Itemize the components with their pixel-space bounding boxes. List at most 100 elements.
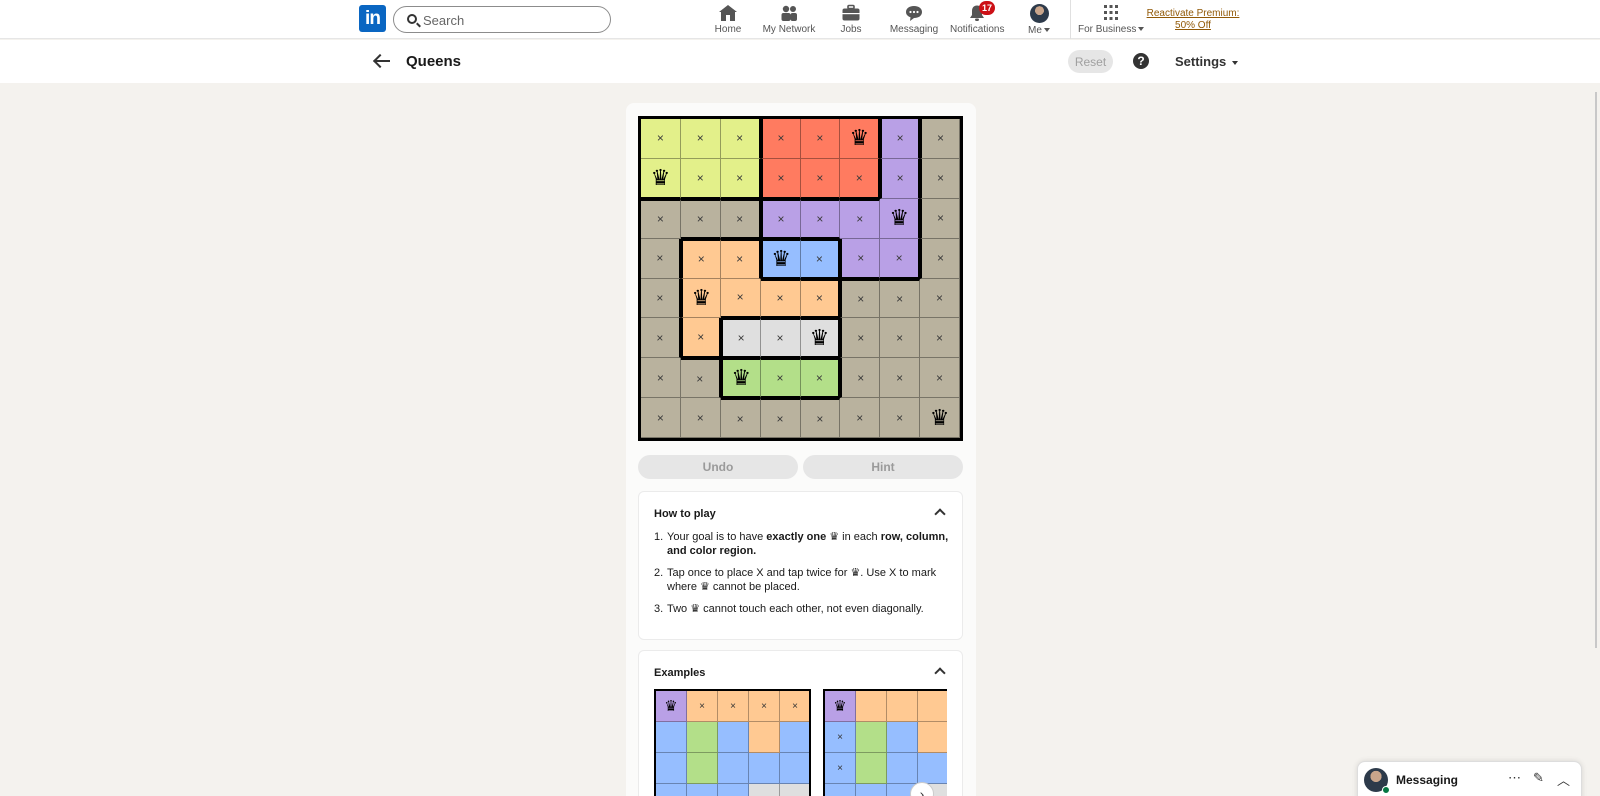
board-cell[interactable]: ×: [760, 278, 801, 319]
more-options-icon[interactable]: ⋯: [1508, 770, 1521, 786]
board-cell[interactable]: ×: [641, 398, 681, 438]
search-input[interactable]: [423, 11, 603, 29]
board-cell[interactable]: ×: [680, 358, 721, 399]
board-cell[interactable]: ×: [840, 198, 881, 239]
compose-icon[interactable]: ✎: [1533, 770, 1544, 786]
board-cell[interactable]: ×: [760, 158, 801, 199]
undo-button[interactable]: Undo: [638, 455, 798, 479]
board-cell[interactable]: ×: [880, 158, 921, 199]
board-cell[interactable]: ♛: [880, 198, 921, 239]
board-cell[interactable]: ×: [880, 119, 921, 159]
board-cell[interactable]: ×: [641, 278, 681, 319]
hint-button[interactable]: Hint: [803, 455, 963, 479]
board-cell[interactable]: ×: [680, 158, 721, 199]
board-cell[interactable]: ×: [840, 358, 881, 399]
nav-me[interactable]: Me: [1024, 4, 1054, 36]
nav-my-network-label: My Network: [762, 24, 816, 35]
board-cell[interactable]: ×: [641, 198, 681, 239]
board-cell[interactable]: ♛: [760, 238, 801, 279]
board-cell[interactable]: ×: [880, 358, 921, 399]
board-cell[interactable]: ×: [641, 318, 681, 359]
board-cell[interactable]: ×: [920, 318, 960, 359]
reset-button[interactable]: Reset: [1068, 50, 1113, 73]
board-cell[interactable]: ×: [920, 119, 960, 159]
scrollbar[interactable]: [1595, 92, 1597, 648]
board-cell[interactable]: ×: [800, 198, 841, 239]
board-cell[interactable]: ×: [800, 398, 841, 438]
board-cell[interactable]: ×: [840, 238, 881, 279]
board-cell[interactable]: ×: [720, 198, 761, 239]
board-cell[interactable]: ×: [720, 238, 761, 279]
board-cell[interactable]: ×: [840, 158, 881, 199]
board-cell[interactable]: ×: [720, 119, 761, 159]
board-cell[interactable]: ×: [680, 198, 721, 239]
board-cell[interactable]: ×: [880, 318, 921, 359]
board-cell[interactable]: ×: [641, 358, 681, 399]
nav-home[interactable]: Home: [709, 4, 747, 36]
nav-my-network[interactable]: My Network: [761, 4, 817, 36]
board-cell[interactable]: ♛: [680, 278, 721, 319]
board-cell[interactable]: ×: [720, 158, 761, 199]
board-cell[interactable]: ×: [760, 119, 801, 159]
messaging-dock[interactable]: Messaging ⋯ ✎ ︿: [1357, 761, 1582, 796]
queens-board: × × × × × ♛ × × ♛ × × × × × × × × × × × × × ♛ × × × × ♛ × × × × × ♛ × × × × × ×…: [638, 116, 963, 441]
chevron-up-icon[interactable]: [934, 667, 946, 679]
board-cell[interactable]: ×: [760, 398, 801, 438]
board-cell[interactable]: ×: [920, 278, 960, 319]
example-board-2: ♛ × ×: [823, 689, 947, 796]
search-box[interactable]: [393, 6, 611, 33]
board-cell[interactable]: ♛: [920, 398, 960, 438]
board-cell[interactable]: ×: [840, 278, 881, 319]
linkedin-logo[interactable]: in: [359, 5, 386, 32]
board-cell[interactable]: ×: [760, 318, 801, 359]
chevron-up-icon[interactable]: [934, 508, 946, 520]
reactivate-premium-link[interactable]: Reactivate Premium: 50% Off: [1146, 8, 1240, 32]
network-icon: [781, 5, 797, 21]
board-cell[interactable]: ×: [641, 238, 681, 279]
board-cell[interactable]: ×: [680, 318, 721, 359]
board-cell[interactable]: ×: [920, 358, 960, 399]
board-cell[interactable]: ×: [720, 318, 761, 359]
board-cell[interactable]: ×: [920, 158, 960, 199]
x-mark: ×: [895, 250, 903, 265]
nav-for-business[interactable]: For Business: [1078, 4, 1145, 36]
board-cell[interactable]: ×: [920, 238, 960, 279]
board-cell[interactable]: ×: [800, 158, 841, 199]
board-cell[interactable]: ×: [680, 238, 721, 279]
board-cell[interactable]: ×: [680, 119, 721, 159]
board-cell[interactable]: ×: [720, 278, 761, 319]
board-cell[interactable]: ×: [760, 198, 801, 239]
board-cell[interactable]: ×: [880, 398, 921, 438]
x-mark: ×: [736, 211, 744, 226]
example-cell: [780, 753, 809, 784]
board-cell[interactable]: ×: [880, 238, 921, 279]
board-cell[interactable]: ♛: [641, 158, 681, 199]
help-icon[interactable]: ?: [1133, 53, 1149, 69]
board-cell[interactable]: ×: [880, 278, 921, 319]
board-cell[interactable]: ×: [840, 398, 881, 438]
example-cell: [856, 753, 887, 784]
board-cell[interactable]: ×: [680, 398, 721, 438]
board-cell[interactable]: ×: [641, 119, 681, 159]
board-cell[interactable]: ×: [800, 358, 841, 399]
board-cell[interactable]: ×: [800, 238, 841, 279]
nav-messaging[interactable]: Messaging: [889, 4, 939, 36]
back-arrow-icon[interactable]: [372, 51, 392, 71]
chevron-up-icon[interactable]: ︿: [1557, 770, 1570, 789]
settings-dropdown[interactable]: Settings: [1175, 54, 1238, 69]
x-mark: ×: [936, 370, 944, 385]
example-board-1: ♛ × × × ×: [654, 689, 811, 796]
board-cell[interactable]: ×: [800, 119, 841, 159]
nav-jobs[interactable]: Jobs: [836, 4, 866, 36]
nav-notifications[interactable]: 17 Notifications: [950, 1, 1004, 36]
board-cell[interactable]: ×: [920, 198, 960, 239]
board-cell[interactable]: ♛: [800, 318, 841, 359]
board-cell[interactable]: ×: [760, 358, 801, 399]
board-cell[interactable]: ×: [720, 398, 761, 438]
x-mark: ×: [816, 411, 824, 426]
board-cell[interactable]: ×: [840, 318, 881, 359]
x-mark: ×: [896, 291, 904, 306]
board-cell[interactable]: ♛: [840, 119, 881, 159]
board-cell[interactable]: ×: [800, 278, 841, 319]
board-cell[interactable]: ♛: [720, 358, 761, 399]
